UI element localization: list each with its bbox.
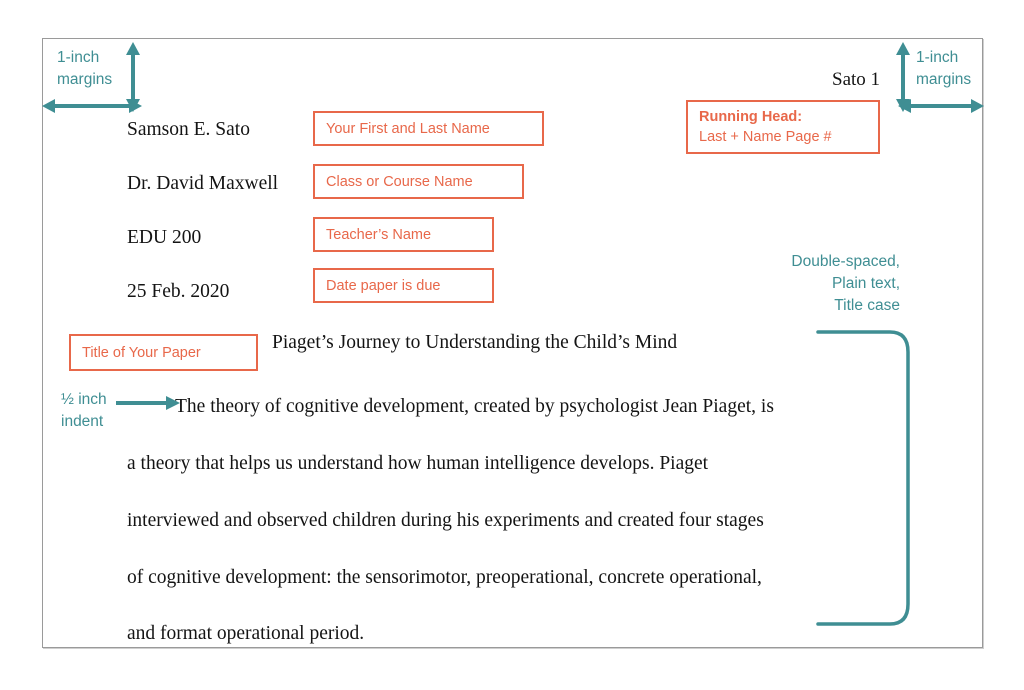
double-arrow-horizontal-icon xyxy=(898,99,984,113)
body-paragraph-line: of cognitive development: the sensorimot… xyxy=(127,567,762,588)
heading-course-name: EDU 200 xyxy=(127,227,202,248)
annotation-line: 1-inch xyxy=(916,49,959,66)
annotation-line: Title case xyxy=(834,297,900,314)
heading-teacher-name: Dr. David Maxwell xyxy=(127,173,279,194)
running-head-text: Sato 1 xyxy=(832,69,881,90)
callout-class-or-course: Class or Course Name xyxy=(313,164,524,199)
heading-date: 25 Feb. 2020 xyxy=(127,281,230,302)
body-paragraph-line: a theory that helps us understand how hu… xyxy=(127,453,709,474)
annotation-margins-left: 1-inch margins xyxy=(57,47,112,91)
body-text-bracket-icon xyxy=(816,330,910,626)
annotation-line: indent xyxy=(61,413,104,430)
body-paragraph-line: and format operational period. xyxy=(127,623,365,644)
annotation-half-inch-indent: ½ inch indent xyxy=(61,389,107,433)
callout-label: Teacher’s Name xyxy=(326,226,432,243)
callout-label: Class or Course Name xyxy=(326,173,473,190)
annotation-line: margins xyxy=(57,71,113,88)
callout-label: Title of Your Paper xyxy=(82,344,201,361)
body-paragraph-line: The theory of cognitive development, cre… xyxy=(175,396,774,417)
callout-title-of-paper: Title of Your Paper xyxy=(69,334,258,371)
callout-label: Last + Name Page # xyxy=(699,129,832,145)
annotation-line: Plain text, xyxy=(831,275,900,292)
annotation-line: margins xyxy=(916,71,972,88)
indent-arrow-icon xyxy=(116,396,180,410)
callout-label: Your First and Last Name xyxy=(326,120,490,137)
annotation-line: ½ inch xyxy=(61,391,107,408)
heading-student-name: Samson E. Sato xyxy=(127,119,250,140)
annotation-margins-right: 1-inch margins xyxy=(916,47,971,91)
callout-running-head: Running Head: Last + Name Page # xyxy=(686,100,880,154)
callout-label: Date paper is due xyxy=(326,277,441,294)
body-paragraph-line: interviewed and observed children during… xyxy=(127,510,764,531)
callout-your-name: Your First and Last Name xyxy=(313,111,544,146)
paper-title: Piaget’s Journey to Understanding the Ch… xyxy=(272,332,678,353)
callout-date-due: Date paper is due xyxy=(313,268,494,303)
callout-label-bold: Running Head: xyxy=(699,109,803,125)
double-arrow-horizontal-icon xyxy=(42,99,142,113)
annotation-line: Double-spaced, xyxy=(791,253,900,270)
annotation-line: 1-inch xyxy=(57,49,100,66)
callout-teachers-name: Teacher’s Name xyxy=(313,217,494,252)
annotation-body-style: Double-spaced, Plain text, Title case xyxy=(791,251,900,317)
